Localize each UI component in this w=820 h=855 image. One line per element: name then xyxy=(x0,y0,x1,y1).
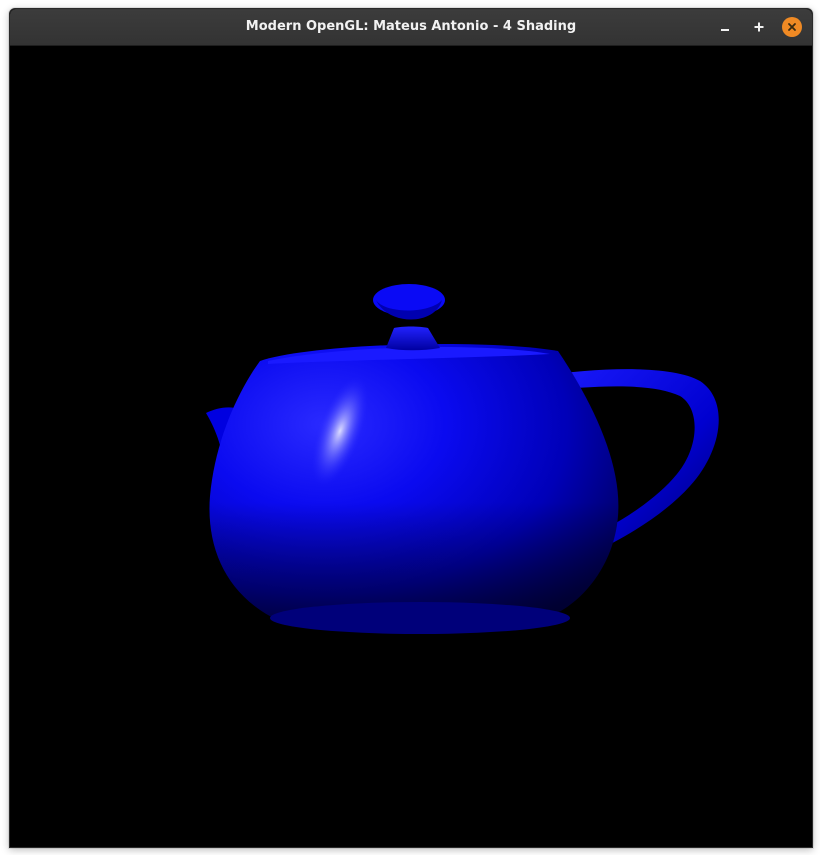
window-title: Modern OpenGL: Mateus Antonio - 4 Shadin… xyxy=(245,19,577,34)
maximize-icon xyxy=(754,22,764,32)
minimize-icon xyxy=(720,22,730,32)
title-bar[interactable]: Modern OpenGL: Mateus Antonio - 4 Shadin… xyxy=(10,9,812,46)
maximize-button[interactable] xyxy=(749,17,769,37)
close-button[interactable] xyxy=(782,17,802,37)
opengl-viewport[interactable] xyxy=(10,46,812,847)
minimize-button[interactable] xyxy=(715,17,735,37)
close-icon xyxy=(787,22,797,32)
app-window: Modern OpenGL: Mateus Antonio - 4 Shadin… xyxy=(9,8,813,848)
teapot-render xyxy=(206,284,719,634)
